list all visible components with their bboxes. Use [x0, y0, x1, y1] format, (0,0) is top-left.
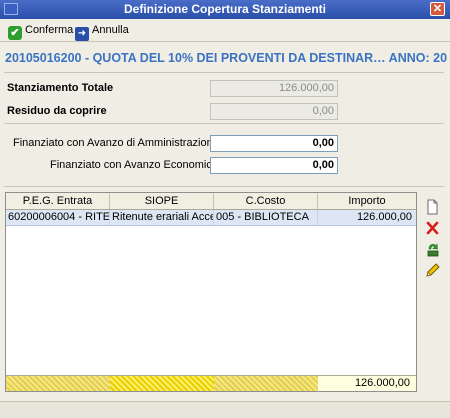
page-title: 20105016200 - QUOTA DEL 10% DEI PROVENTI… — [5, 51, 447, 65]
confirm-label: Conferma — [25, 24, 74, 36]
avanzo-economico-label: Finanziato con Avanzo Economico — [50, 159, 218, 171]
avanzo-amministrazione-label: Finanziato con Avanzo di Amministrazione — [13, 137, 219, 149]
coverage-table[interactable]: P.E.G. Entrata SIOPE C.Costo Importo 602… — [5, 192, 417, 392]
column-header-importo[interactable]: Importo — [318, 193, 416, 209]
cancel-button[interactable]: ➜ Annulla — [75, 22, 129, 41]
table-footer: 126.000,00 — [6, 375, 416, 391]
cell-peg: 60200006004 - RITENU — [8, 210, 110, 225]
table-row[interactable]: 60200006004 - RITENU Ritenute erariali A… — [6, 210, 416, 226]
close-button[interactable]: ✕ — [430, 2, 445, 16]
transfer-icon[interactable] — [425, 241, 440, 257]
divider — [4, 123, 444, 124]
footer-peg — [6, 376, 110, 391]
residuo-da-coprire-field: 0,00 — [210, 103, 338, 120]
delete-icon[interactable] — [425, 220, 440, 236]
total-importo: 126.000,00 — [318, 376, 416, 391]
column-header-peg[interactable]: P.E.G. Entrata — [6, 193, 110, 209]
avanzo-amministrazione-field[interactable]: 0,00 — [210, 135, 338, 152]
stanziamento-totale-field: 126.000,00 — [210, 80, 338, 97]
residuo-da-coprire-label: Residuo da coprire — [7, 105, 107, 117]
edit-pencil-icon[interactable] — [425, 262, 440, 278]
divider — [4, 72, 444, 73]
cell-siope: Ritenute erariali Accer — [112, 210, 214, 225]
avanzo-economico-field[interactable]: 0,00 — [210, 157, 338, 174]
title-bar: Definizione Copertura Stanziamenti ✕ — [0, 0, 450, 19]
divider — [4, 186, 444, 187]
check-icon: ✔ — [8, 26, 22, 40]
app-icon — [4, 3, 18, 15]
cell-importo: 126.000,00 — [356, 211, 412, 223]
cancel-label: Annulla — [92, 24, 129, 36]
footer-ccosto — [214, 376, 318, 391]
toolbar-divider — [0, 41, 450, 42]
window-title: Definizione Copertura Stanziamenti — [123, 2, 327, 16]
cell-ccosto: 005 - BIBLIOTECA — [214, 210, 318, 225]
arrow-right-icon: ➜ — [75, 27, 89, 41]
column-header-siope[interactable]: SIOPE — [110, 193, 214, 209]
toolbar: ✔ Conferma ➜ Annulla — [0, 19, 450, 41]
new-document-icon[interactable] — [425, 199, 440, 215]
table-header: P.E.G. Entrata SIOPE C.Costo Importo — [6, 193, 416, 210]
confirm-button[interactable]: ✔ Conferma — [8, 22, 74, 40]
stanziamento-totale-label: Stanziamento Totale — [7, 82, 114, 94]
column-header-ccosto[interactable]: C.Costo — [214, 193, 318, 209]
bottom-bar — [0, 401, 450, 418]
footer-siope — [110, 376, 214, 391]
